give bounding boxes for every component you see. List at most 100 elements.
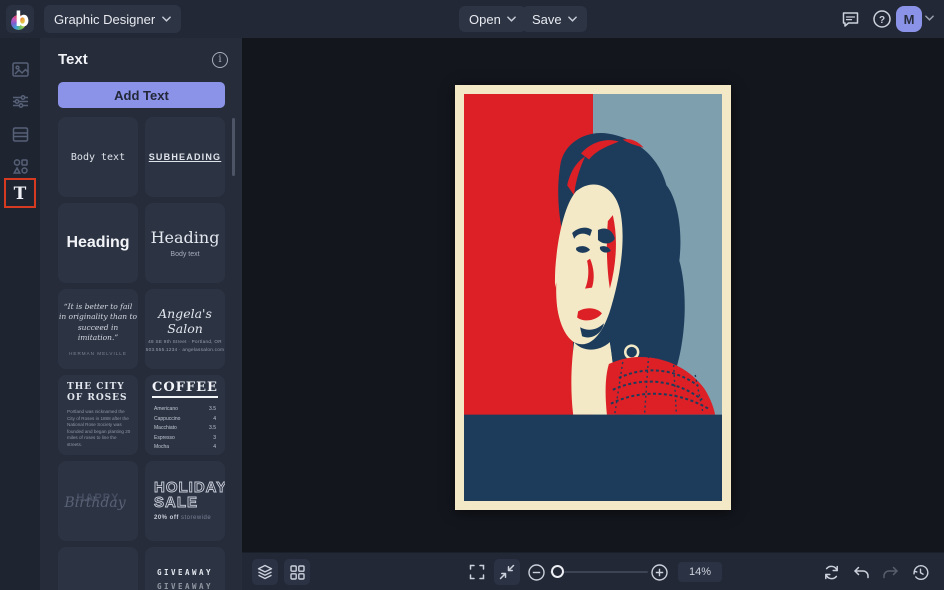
template-sublabel: Body text [170, 251, 200, 258]
manager-button[interactable] [284, 559, 310, 585]
text-template-holiday-sale[interactable]: HOLIDAY SALE 20% off storewide [145, 461, 225, 541]
giveaway-line: GIVEAWAY [156, 581, 214, 590]
save-dropdown-button[interactable]: Save [522, 6, 587, 32]
logo-letter: b [15, 7, 30, 31]
open-label: Open [469, 11, 501, 27]
giveaway-line: GIVEAWAY [156, 567, 214, 577]
undo-icon [853, 566, 869, 578]
text-panel: Text i Add Text Body text SUBHEADING Hea… [40, 38, 242, 590]
history-button[interactable] [907, 559, 933, 585]
feedback-button[interactable] [838, 7, 862, 31]
chevron-down-icon [162, 16, 171, 22]
save-label: Save [532, 11, 562, 27]
menu-row: Americano 3.5 [154, 406, 216, 412]
poster-artwork[interactable] [455, 85, 731, 510]
holiday-line: SALE [154, 493, 199, 511]
zoom-slider-track[interactable] [550, 571, 648, 573]
avatar-initial: M [903, 11, 915, 27]
reset-button[interactable] [818, 559, 844, 585]
rail-text-button[interactable]: T [4, 179, 36, 209]
menu-item-price: 4 [213, 415, 216, 422]
text-tool-icon: T [13, 184, 27, 204]
text-template-salon[interactable]: Angela's Salon 48 SE 9th Street · Portla… [145, 289, 225, 369]
template-label: Heading [150, 228, 220, 247]
svg-text:?: ? [879, 15, 885, 26]
layers-icon [257, 564, 273, 580]
plus-circle-icon [650, 563, 668, 581]
rail-edit-button[interactable] [4, 86, 36, 116]
quote-line: in originality than to [58, 312, 138, 322]
zoom-slider-handle[interactable] [551, 565, 564, 578]
info-icon[interactable]: i [212, 51, 228, 68]
undo-button[interactable] [848, 559, 874, 585]
expand-icon [469, 564, 485, 580]
template-label: Body text [70, 151, 126, 163]
menu-row: Espresso 3 [154, 435, 216, 441]
salon-contact: 503.555.1234 · angelassalon.com [145, 347, 225, 352]
chevron-down-icon [506, 16, 516, 22]
text-template-giveaway[interactable]: GIVEAWAY GIVEAWAY GIVEAWAY [145, 547, 225, 590]
open-dropdown-button[interactable]: Open [459, 6, 526, 32]
account-chevron-down-icon[interactable] [925, 15, 934, 21]
text-template-coffee-menu[interactable]: COFFEE Americano 3.5 Cappuccino 4 Macchi… [145, 375, 225, 455]
shapes-icon [12, 158, 28, 174]
fit-to-screen-button[interactable] [494, 559, 520, 585]
quote-attribution: HERMAN MELVILLE [69, 350, 127, 356]
collapse-icon [499, 564, 515, 580]
help-icon: ? [873, 10, 891, 28]
menu-item-price: 4 [213, 444, 216, 451]
image-icon [11, 61, 29, 77]
help-button[interactable]: ? [870, 7, 894, 31]
menu-item-name: Mocha [154, 444, 170, 451]
fullscreen-button[interactable] [464, 559, 490, 585]
mode-selector-dropdown[interactable]: Graphic Designer [44, 5, 182, 33]
text-template-heading-bold[interactable]: Heading [58, 203, 138, 283]
top-bar: b Graphic Designer Open Save ? M [0, 0, 944, 38]
befunky-logo[interactable]: b [6, 5, 34, 33]
refresh-icon [824, 565, 838, 579]
bottom-toolbar: 14% [242, 552, 944, 590]
panel-scrollbar[interactable] [232, 118, 235, 176]
zoom-out-button[interactable] [523, 559, 549, 585]
quote-line: succeed in imitation.” [77, 322, 119, 342]
menu-row: Mocha 4 [154, 444, 216, 450]
text-template-subheading[interactable]: SUBHEADING [145, 117, 225, 197]
menu-row: Cappuccino 4 [154, 416, 216, 422]
tool-rail: T [0, 38, 40, 590]
redo-button[interactable] [877, 559, 903, 585]
rail-graphics-button[interactable] [4, 151, 36, 181]
zoom-in-button[interactable] [646, 559, 672, 585]
layers-button[interactable] [252, 559, 278, 585]
menu-item-name: Espresso [154, 434, 175, 441]
menu-row: Macchiato 3.5 [154, 425, 216, 431]
zoom-level-field[interactable]: 14% [678, 562, 722, 582]
panel-title: Text [58, 51, 88, 68]
text-template-body-text[interactable]: Body text [58, 117, 138, 197]
quote-line: “It is better to fail [63, 302, 133, 312]
city-title-line: THE CITY [67, 381, 125, 392]
template-label: SUBHEADING [148, 152, 222, 162]
rail-image-manager-button[interactable] [4, 54, 36, 84]
menu-item-price: 3 [213, 434, 216, 441]
coffee-title: COFFEE [152, 380, 218, 398]
city-title-line: OF ROSES [67, 393, 128, 404]
birthday-script-word: Birthday [64, 494, 126, 511]
menu-item-name: Americano [154, 406, 178, 413]
chevron-down-icon [567, 16, 577, 22]
text-template-heading-serif[interactable]: Heading Body text [145, 203, 225, 283]
redo-icon [882, 566, 898, 578]
text-template-city-of-roses[interactable]: THE CITY OF ROSES Portland was nicknamed… [58, 375, 138, 455]
add-text-button[interactable]: Add Text [58, 82, 225, 108]
layout-icon [12, 126, 28, 142]
text-template-love-note[interactable]: sending you all our love, [58, 547, 138, 590]
history-clock-icon [912, 564, 928, 580]
text-template-quote[interactable]: “It is better to fail in originality tha… [58, 289, 138, 369]
minus-circle-icon [527, 563, 545, 581]
holiday-offer-bold: 20% off [154, 514, 179, 521]
menu-item-name: Cappuccino [154, 415, 181, 422]
design-canvas[interactable] [242, 38, 944, 552]
salon-address: 48 SE 9th Street · Portland, OR [148, 339, 222, 344]
user-avatar[interactable]: M [896, 6, 922, 32]
text-template-happy-birthday[interactable]: HAPPY Birthday [58, 461, 138, 541]
rail-templates-button[interactable] [4, 119, 36, 149]
